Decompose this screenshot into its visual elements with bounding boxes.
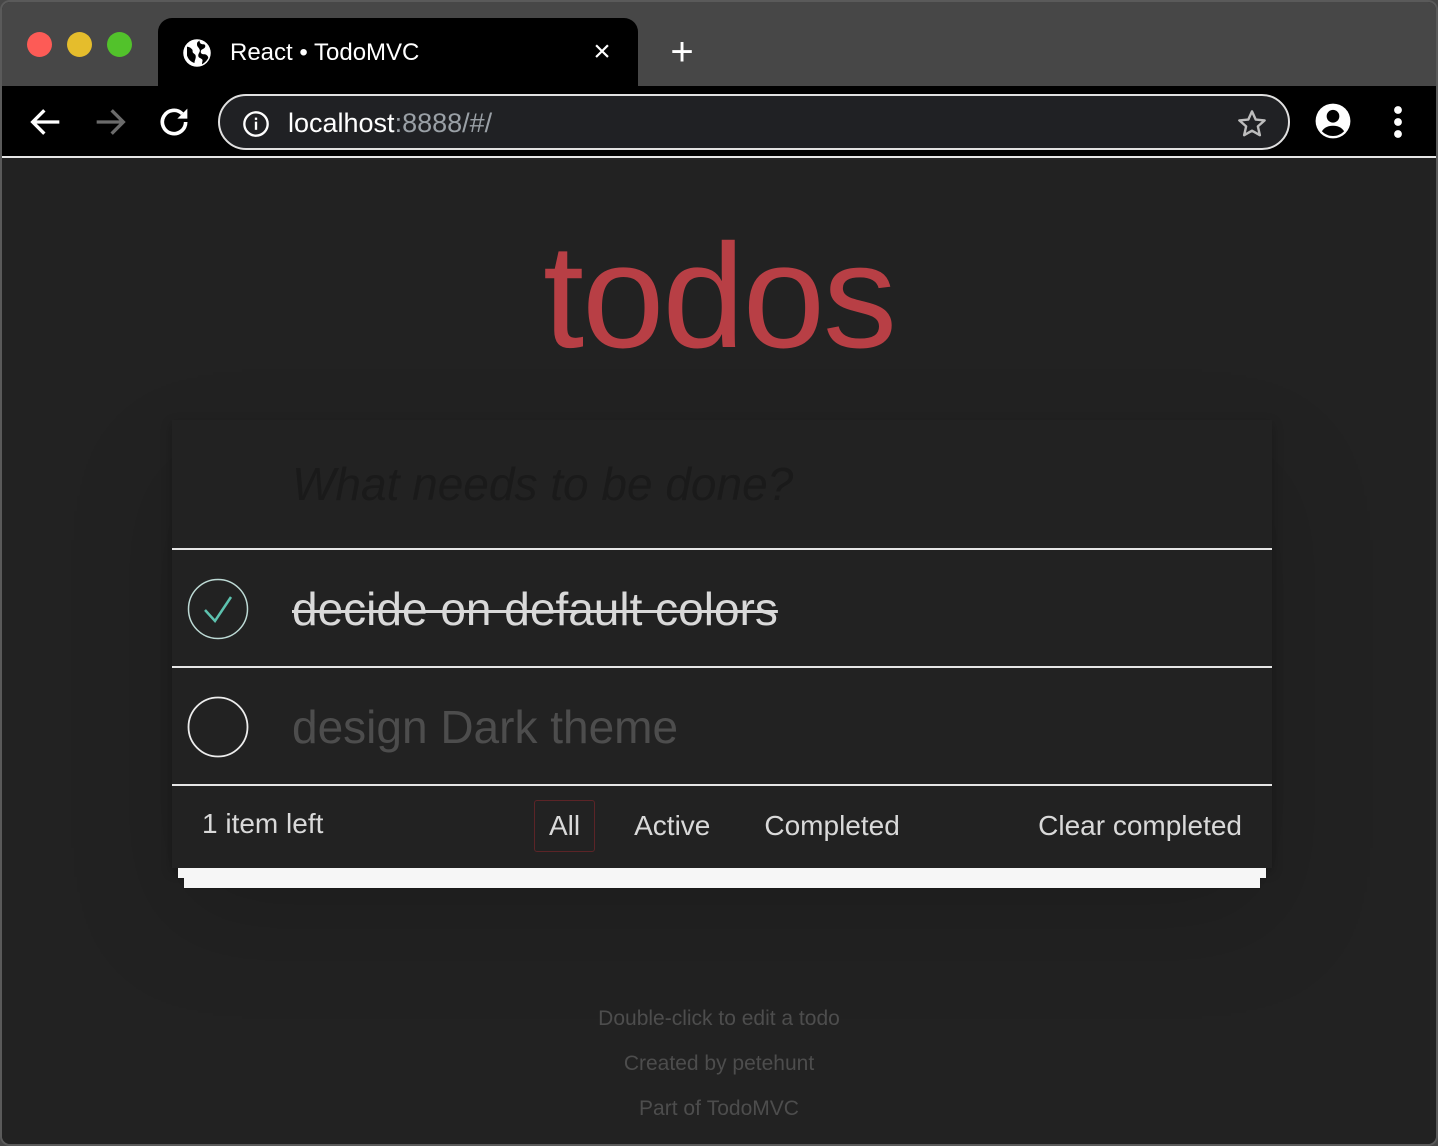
app-title: todos bbox=[542, 214, 897, 379]
created-by-prefix: Created by bbox=[623, 1052, 733, 1075]
todo-item[interactable]: decide on default colors bbox=[172, 550, 1272, 668]
stack-decoration bbox=[178, 868, 1266, 878]
todo-count-number: 1 bbox=[202, 808, 218, 839]
part-of-prefix: Part of bbox=[639, 1097, 707, 1120]
part-of: Part of TodoMVC bbox=[2, 1086, 1436, 1131]
browser-window: React • TodoMVC × + localhost:8888/#/ to… bbox=[0, 0, 1438, 1146]
close-window-button[interactable] bbox=[27, 32, 52, 57]
tab-strip: React • TodoMVC × + bbox=[2, 2, 1436, 86]
info-icon[interactable] bbox=[242, 110, 270, 138]
arrow-left-icon[interactable] bbox=[26, 102, 66, 142]
filter-active[interactable]: Active bbox=[619, 800, 725, 852]
author-link[interactable]: petehunt bbox=[732, 1052, 814, 1075]
close-tab-icon[interactable]: × bbox=[584, 34, 620, 70]
todo-footer: 1 item left All Active Completed Clear c… bbox=[172, 786, 1272, 888]
todo-app: decide on default colors design Dark the… bbox=[172, 420, 1272, 888]
arrow-right-icon[interactable] bbox=[90, 102, 130, 142]
todo-label[interactable]: decide on default colors bbox=[292, 578, 778, 640]
filters: All Active Completed bbox=[534, 800, 939, 852]
info-footer: Double-click to edit a todo Created by p… bbox=[2, 996, 1436, 1131]
browser-tab[interactable]: React • TodoMVC × bbox=[158, 18, 638, 86]
minimize-window-button[interactable] bbox=[67, 32, 92, 57]
filter-completed[interactable]: Completed bbox=[749, 800, 914, 852]
page-content: todos decide on default colors design Da… bbox=[2, 160, 1436, 1144]
clear-completed-button[interactable]: Clear completed bbox=[1038, 810, 1242, 842]
new-tab-button[interactable]: + bbox=[662, 32, 702, 72]
url-text[interactable]: localhost:8888/#/ bbox=[288, 106, 492, 140]
stack-decoration bbox=[184, 878, 1260, 888]
address-bar[interactable]: localhost:8888/#/ bbox=[218, 94, 1290, 150]
unchecked-toggle-icon[interactable] bbox=[187, 696, 249, 758]
edit-hint: Double-click to edit a todo bbox=[598, 1007, 840, 1030]
star-icon[interactable] bbox=[1236, 108, 1268, 140]
todo-item[interactable]: design Dark theme bbox=[172, 668, 1272, 786]
browser-toolbar: localhost:8888/#/ bbox=[2, 86, 1436, 158]
new-todo-input[interactable] bbox=[172, 420, 1272, 548]
more-vert-icon[interactable] bbox=[1386, 104, 1410, 140]
created-by: Created by petehunt bbox=[2, 1041, 1436, 1086]
url-host: localhost bbox=[288, 108, 395, 138]
todomvc-link[interactable]: TodoMVC bbox=[707, 1097, 799, 1120]
url-path: :8888/#/ bbox=[394, 108, 493, 138]
reload-icon[interactable] bbox=[154, 102, 194, 142]
todo-count-text: item left bbox=[217, 808, 324, 839]
todo-label[interactable]: design Dark theme bbox=[292, 696, 678, 758]
account-circle-icon[interactable] bbox=[1314, 102, 1352, 140]
checked-toggle-icon[interactable] bbox=[187, 578, 249, 640]
new-todo-container bbox=[172, 420, 1272, 550]
globe-icon bbox=[183, 39, 211, 67]
tab-title: React • TodoMVC bbox=[230, 39, 420, 66]
filter-all[interactable]: All bbox=[534, 800, 596, 852]
todo-count: 1 item left bbox=[202, 808, 323, 840]
maximize-window-button[interactable] bbox=[107, 32, 132, 57]
